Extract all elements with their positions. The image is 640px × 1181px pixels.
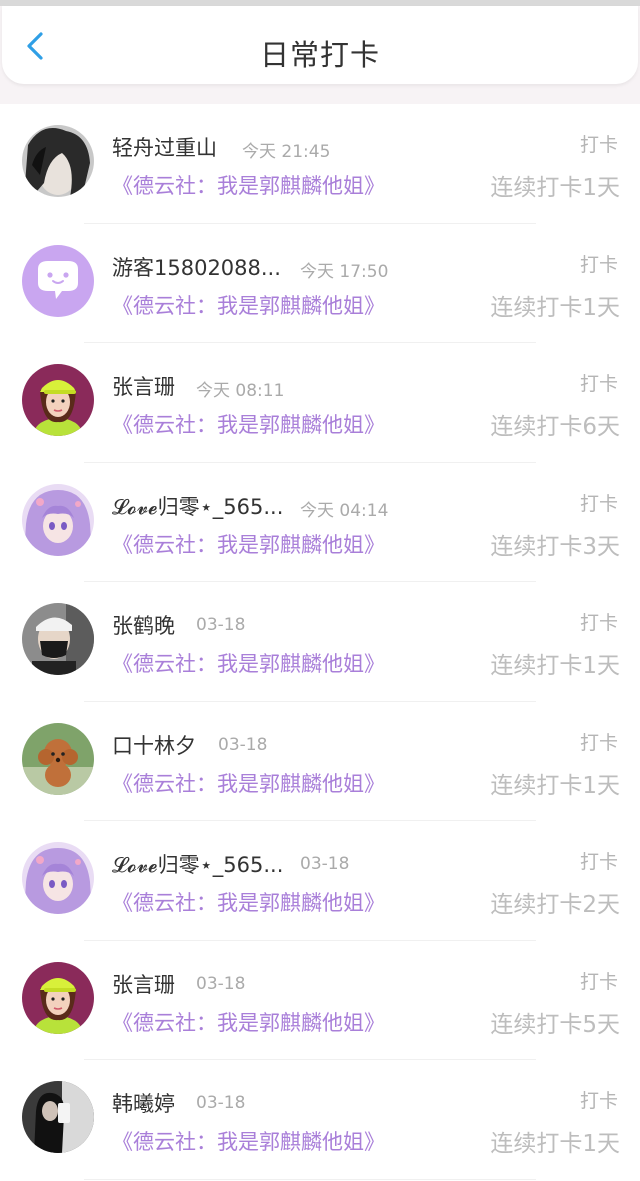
anime-girl-avatar [22, 842, 94, 914]
checkin-tag: 打卡 [579, 492, 618, 515]
user-name: 张鹤晚 [112, 614, 175, 638]
checkin-tag: 打卡 [579, 731, 618, 754]
streak-label: 连续打卡1天 [490, 653, 620, 679]
book-title-link[interactable]: 《德云社：我是郭麒麟他姐》 [112, 768, 385, 798]
checkin-time: 03-18 [196, 973, 246, 994]
checkin-tag: 打卡 [579, 612, 618, 634]
checkin-tag: 打卡 [579, 851, 618, 873]
streak-label: 连续打卡6天 [490, 414, 620, 440]
avatar[interactable] [22, 1081, 94, 1153]
streak-label: 连续打卡1天 [490, 1131, 620, 1157]
checkin-time: 03-18 [218, 734, 268, 755]
list-item[interactable]: 张鹤晚 03-18 《德云社：我是郭麒麟他姐》 打卡 连续打卡1天 [0, 582, 640, 702]
avatar[interactable] [22, 364, 94, 436]
checkin-tag: 打卡 [579, 970, 618, 993]
list-item[interactable]: 韩曦婷 03-18 《德云社：我是郭麒麟他姐》 打卡 连续打卡1天 [0, 1060, 640, 1180]
poodle-dog-avatar [22, 722, 94, 795]
user-name: 口十林夕 [112, 733, 196, 758]
masked-man-avatar [22, 603, 94, 675]
user-name: 𝓛𝓸𝓿𝓮归零⋆_565... [112, 853, 284, 877]
checkin-tag: 打卡 [579, 253, 618, 276]
anime-girl-avatar [22, 483, 94, 556]
checkin-time: 今天 04:14 [300, 500, 389, 521]
streak-label: 连续打卡5天 [490, 1011, 620, 1038]
list-item[interactable]: 游客15802088... 今天 17:50 《德云社：我是郭麒麟他姐》 打卡 … [0, 224, 640, 343]
avatar[interactable] [22, 244, 94, 317]
user-name: 张言珊 [112, 375, 175, 399]
book-title-link[interactable]: 《德云社：我是郭麒麟他姐》 [112, 887, 385, 917]
avatar[interactable] [22, 125, 94, 197]
checkin-time: 03-18 [300, 854, 350, 874]
checkin-list: 轻舟过重山 今天 21:45 《德云社：我是郭麒麟他姐》 打卡 连续打卡1天 游… [0, 104, 640, 1180]
list-item[interactable]: 𝓛𝓸𝓿𝓮归零⋆_565... 今天 04:14 《德云社：我是郭麒麟他姐》 打卡… [0, 463, 640, 582]
book-title-link[interactable]: 《德云社：我是郭麒麟他姐》 [112, 409, 385, 439]
streak-label: 连续打卡3天 [490, 533, 620, 560]
user-name: 游客15802088... [112, 255, 281, 280]
streak-label: 连续打卡1天 [490, 175, 620, 201]
checkin-time: 今天 08:11 [196, 381, 285, 401]
book-title-link[interactable]: 《德云社：我是郭麒麟他姐》 [112, 290, 385, 320]
girl-yellow-cap-avatar [22, 364, 94, 436]
mirror-selfie-avatar [22, 1081, 94, 1153]
avatar[interactable] [22, 722, 94, 795]
checkin-tag: 打卡 [579, 373, 618, 395]
streak-label: 连续打卡2天 [490, 892, 620, 918]
user-name: 𝓛𝓸𝓿𝓮归零⋆_565... [112, 494, 284, 519]
streak-label: 连续打卡1天 [490, 772, 620, 799]
book-title-link[interactable]: 《德云社：我是郭麒麟他姐》 [112, 648, 385, 678]
avatar[interactable] [22, 603, 94, 675]
checkin-tag: 打卡 [579, 134, 618, 156]
header: 日常打卡 [0, 6, 640, 104]
book-title-link[interactable]: 《德云社：我是郭麒麟他姐》 [112, 1126, 385, 1156]
checkin-time: 今天 21:45 [242, 142, 331, 162]
dark-hair-avatar [22, 125, 94, 197]
avatar[interactable] [22, 842, 94, 914]
user-name: 韩曦婷 [112, 1092, 175, 1116]
page-title: 日常打卡 [259, 38, 380, 72]
book-title-link[interactable]: 《德云社：我是郭麒麟他姐》 [112, 529, 385, 559]
checkin-time: 今天 17:50 [300, 261, 389, 282]
avatar[interactable] [22, 483, 94, 556]
checkin-time: 03-18 [196, 1093, 246, 1113]
list-item[interactable]: 张言珊 03-18 《德云社：我是郭麒麟他姐》 打卡 连续打卡5天 [0, 941, 640, 1060]
girl-yellow-cap-avatar [22, 961, 94, 1034]
list-item[interactable]: 口十林夕 03-18 《德云社：我是郭麒麟他姐》 打卡 连续打卡1天 [0, 702, 640, 821]
streak-label: 连续打卡1天 [490, 294, 620, 321]
purple-chat-bubble-avatar [22, 244, 94, 317]
avatar[interactable] [22, 961, 94, 1034]
user-name: 轻舟过重山 [112, 136, 217, 160]
user-name: 张言珊 [112, 972, 175, 997]
checkin-time: 03-18 [196, 615, 246, 635]
list-item[interactable]: 轻舟过重山 今天 21:45 《德云社：我是郭麒麟他姐》 打卡 连续打卡1天 [0, 104, 640, 224]
list-item[interactable]: 𝓛𝓸𝓿𝓮归零⋆_565... 03-18 《德云社：我是郭麒麟他姐》 打卡 连续… [0, 821, 640, 941]
checkin-tag: 打卡 [579, 1090, 618, 1112]
list-item[interactable]: 张言珊 今天 08:11 《德云社：我是郭麒麟他姐》 打卡 连续打卡6天 [0, 343, 640, 463]
book-title-link[interactable]: 《德云社：我是郭麒麟他姐》 [112, 170, 385, 200]
divider [84, 1178, 536, 1180]
book-title-link[interactable]: 《德云社：我是郭麒麟他姐》 [112, 1007, 385, 1037]
title-bar: 日常打卡 [2, 6, 638, 84]
